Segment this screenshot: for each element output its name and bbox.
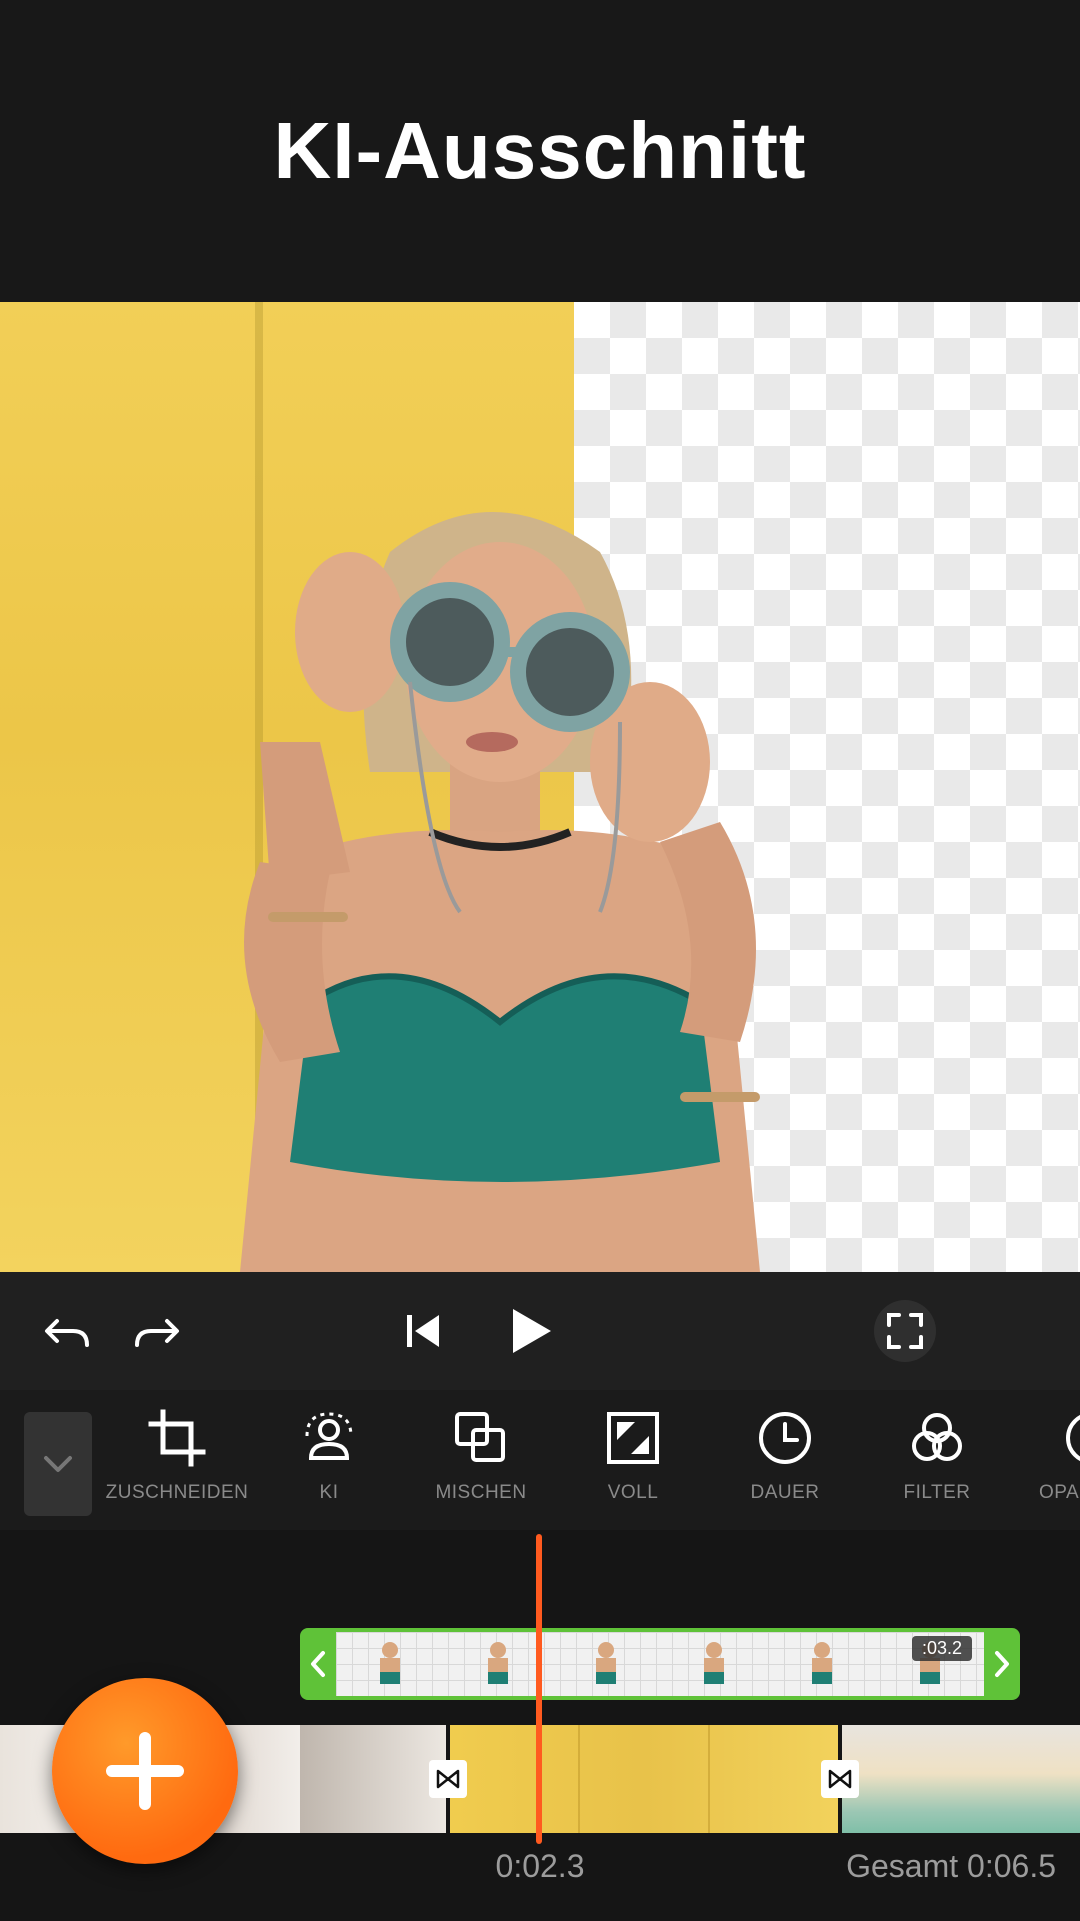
overlay-clip[interactable]: :03.2: [300, 1628, 1020, 1700]
tool-ai[interactable]: KI: [254, 1406, 404, 1504]
clip-frame: [336, 1632, 444, 1696]
tool-fill[interactable]: VOLL: [558, 1406, 708, 1504]
skip-to-start-button[interactable]: [392, 1300, 454, 1362]
tool-filter[interactable]: FILTER: [862, 1406, 1012, 1504]
clip-frame: [768, 1632, 876, 1696]
transition-icon: [436, 1769, 460, 1789]
tool-label: ZUSCHNEIDEN: [105, 1482, 249, 1503]
chevron-left-icon: [311, 1651, 325, 1677]
video-segment[interactable]: [450, 1725, 838, 1833]
filter-icon: [912, 1413, 962, 1461]
play-icon: [513, 1309, 551, 1353]
crop-icon: [148, 1409, 206, 1467]
cutout-subject: [240, 512, 760, 1272]
clip-thumbnails: [336, 1632, 984, 1696]
clock-icon: [759, 1412, 811, 1464]
fill-icon: [607, 1412, 659, 1464]
tool-opacity[interactable]: OPA: [1014, 1406, 1080, 1504]
plus-icon: [106, 1732, 184, 1810]
collapse-button[interactable]: [24, 1412, 92, 1516]
redo-button[interactable]: [126, 1300, 188, 1362]
page-title: KI-Ausschnitt: [273, 106, 807, 195]
ai-person-icon: [305, 1412, 353, 1460]
undo-icon: [45, 1319, 89, 1347]
play-button[interactable]: [498, 1300, 560, 1362]
playhead[interactable]: [536, 1534, 542, 1844]
fullscreen-button[interactable]: [874, 1300, 936, 1362]
blend-icon: [455, 1412, 505, 1462]
playback-controls: [0, 1272, 1080, 1390]
tool-duration[interactable]: DAUER: [710, 1406, 860, 1504]
tool-label: KI: [319, 1482, 339, 1503]
clip-trim-left-handle[interactable]: [300, 1628, 336, 1700]
transition-button[interactable]: [429, 1760, 467, 1798]
video-preview[interactable]: [0, 302, 1080, 1272]
clip-frame: [660, 1632, 768, 1696]
fullscreen-icon: [887, 1313, 923, 1349]
tool-label: MISCHEN: [435, 1482, 527, 1503]
tool-blend[interactable]: MISCHEN: [406, 1406, 556, 1504]
redo-icon: [135, 1319, 179, 1347]
tool-label: FILTER: [903, 1482, 971, 1503]
tool-label: DAUER: [750, 1482, 820, 1503]
transition-button[interactable]: [821, 1760, 859, 1798]
add-media-button[interactable]: [52, 1678, 238, 1864]
skip-start-icon: [407, 1315, 439, 1347]
tool-crop[interactable]: ZUSCHNEIDEN: [102, 1406, 252, 1504]
opacity-icon: [1066, 1414, 1080, 1462]
chevron-down-icon: [44, 1456, 72, 1472]
video-segment[interactable]: [300, 1725, 446, 1833]
tool-label: VOLL: [607, 1482, 659, 1503]
clip-duration-badge: :03.2: [911, 1636, 972, 1661]
clip-frame: [552, 1632, 660, 1696]
undo-button[interactable]: [36, 1300, 98, 1362]
video-segment[interactable]: [842, 1725, 1080, 1833]
total-duration: Gesamt 0:06.5: [846, 1848, 1056, 1884]
header: KI-Ausschnitt: [0, 0, 1080, 302]
tool-label: OPA: [1039, 1482, 1080, 1503]
current-time: 0:02.3: [495, 1848, 585, 1884]
chevron-right-icon: [995, 1651, 1009, 1677]
clip-trim-right-handle[interactable]: [984, 1628, 1020, 1700]
tool-bar: ZUSCHNEIDEN KI MISCHEN VOLL DAUER FILTER…: [0, 1390, 1080, 1530]
transition-icon: [828, 1769, 852, 1789]
